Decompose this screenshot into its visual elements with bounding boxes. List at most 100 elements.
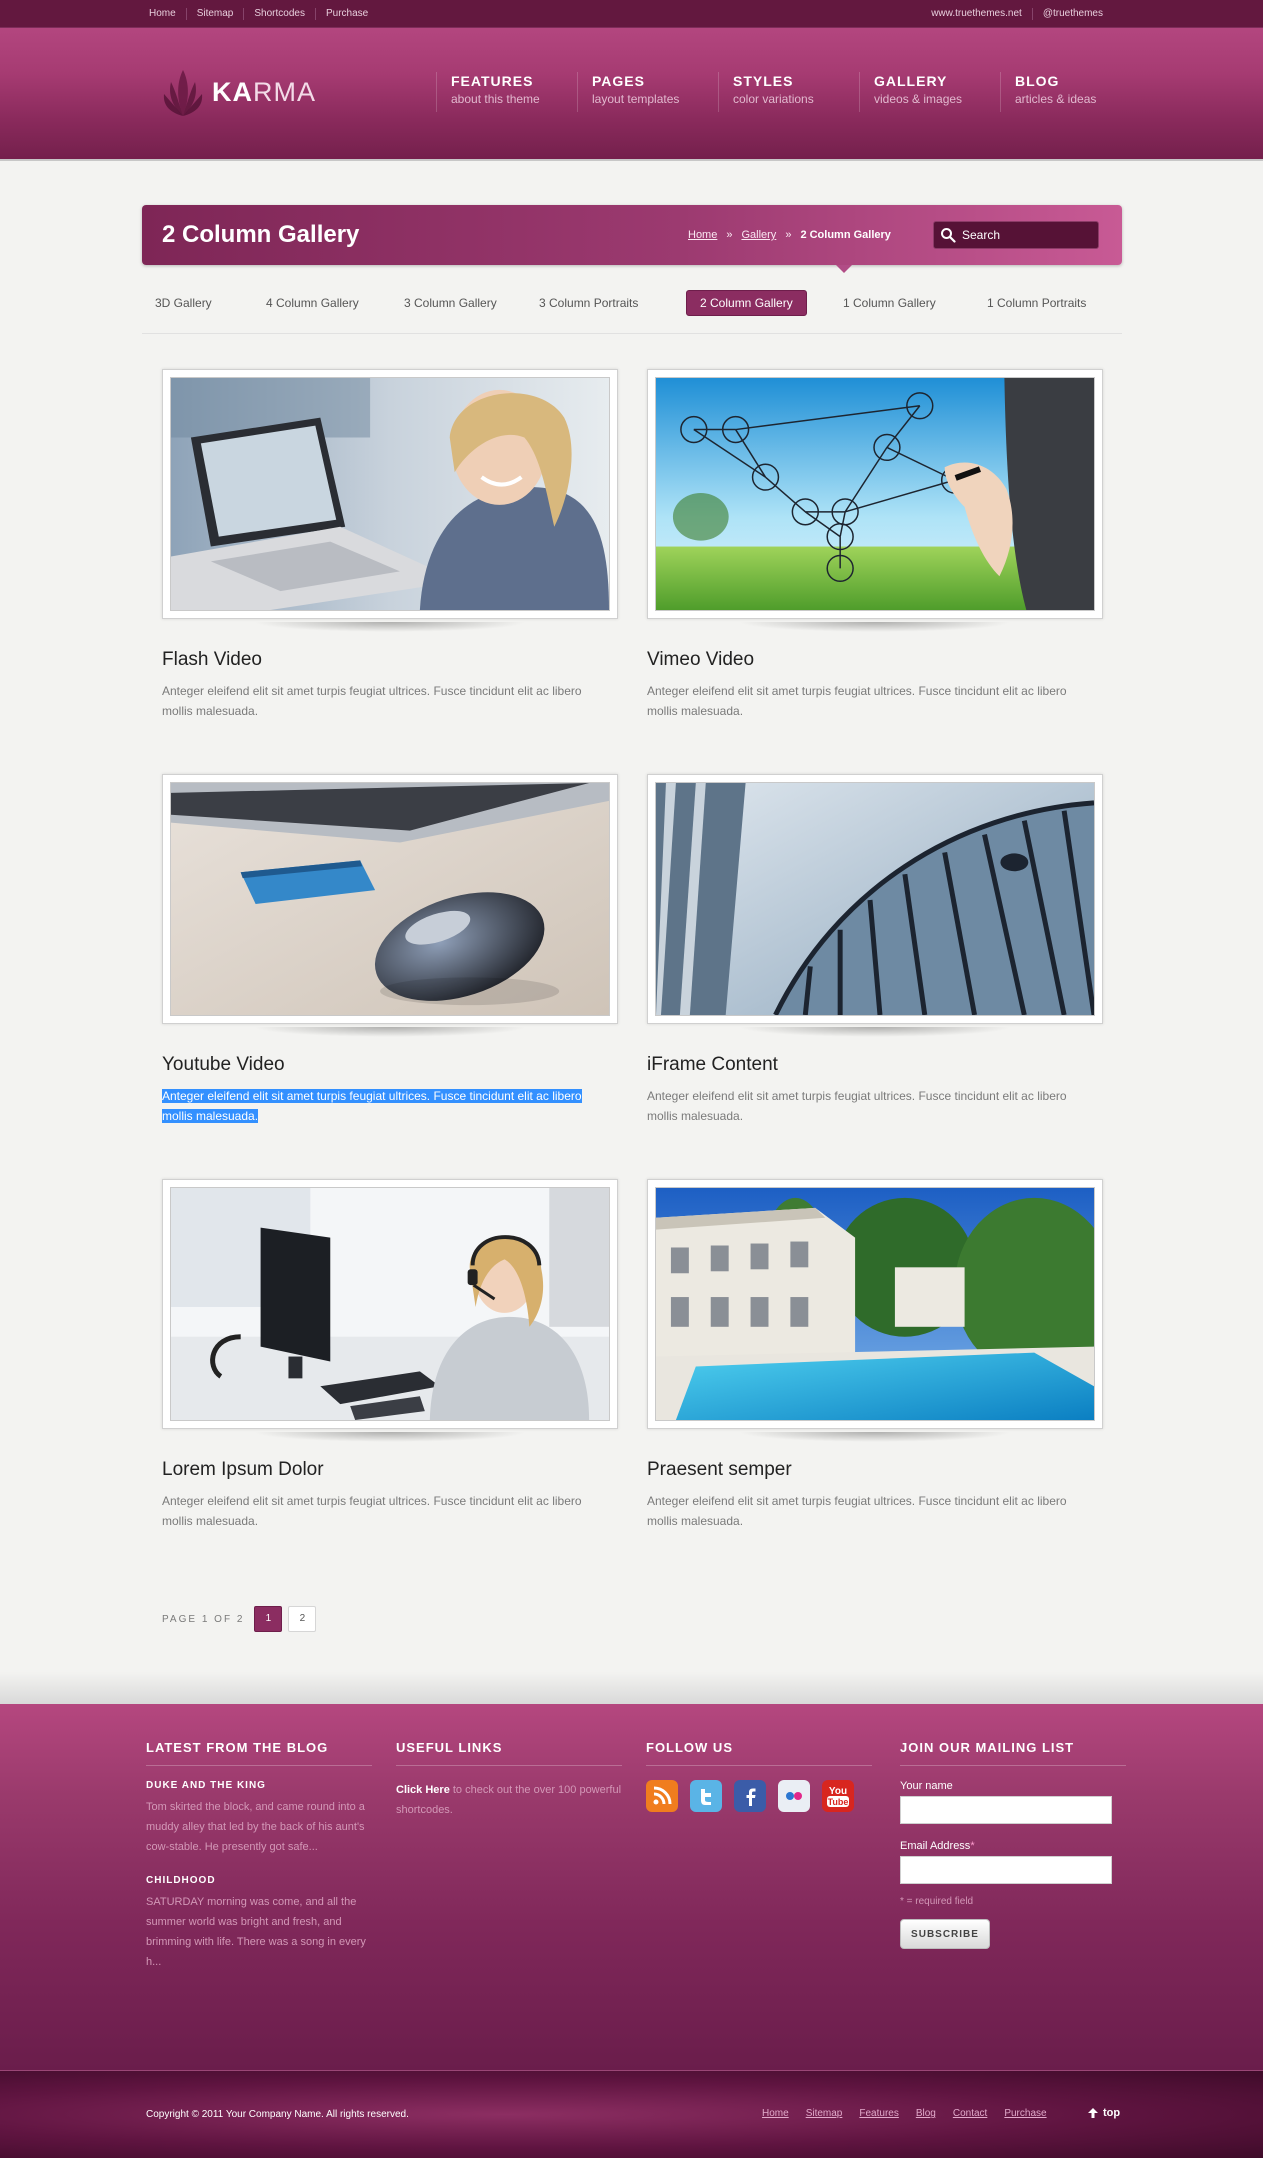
scrollbar-track[interactable] bbox=[1263, 0, 1280, 2158]
bottom-link-home[interactable]: Home bbox=[762, 2108, 789, 2119]
gallery-item-title[interactable]: Praesent semper bbox=[647, 1459, 1103, 1481]
email-field-label: Email Address* bbox=[900, 1840, 1126, 1852]
youtube-icon-text-bottom: Tube bbox=[828, 1797, 849, 1807]
thumbnail-frame[interactable] bbox=[162, 774, 618, 1037]
blog-post-title[interactable]: DUKE AND THE KING bbox=[146, 1780, 372, 1791]
search-box[interactable] bbox=[933, 221, 1099, 249]
thumbnail-frame[interactable] bbox=[647, 774, 1103, 1037]
utility-links-left: Home Sitemap Shortcodes Purchase bbox=[149, 0, 378, 28]
bottom-link-sitemap[interactable]: Sitemap bbox=[806, 2108, 843, 2119]
name-field[interactable] bbox=[900, 1796, 1112, 1824]
thumbnail-frame[interactable] bbox=[162, 369, 618, 632]
click-here-link[interactable]: Click Here bbox=[396, 1784, 450, 1796]
breadcrumb-home[interactable]: Home bbox=[688, 229, 717, 241]
headset-office-image bbox=[170, 1187, 610, 1421]
nav-gallery[interactable]: GALLERY videos & images bbox=[859, 72, 1000, 112]
utility-link-sitemap[interactable]: Sitemap bbox=[185, 8, 244, 20]
main-nav: FEATURES about this theme PAGES layout t… bbox=[436, 72, 1141, 112]
gallery-item-description: Anteger eleifend elit sit amet turpis fe… bbox=[647, 684, 1067, 718]
banner-pointer bbox=[836, 265, 852, 273]
social-icons: You Tube bbox=[646, 1780, 872, 1812]
nav-title: FEATURES bbox=[451, 73, 534, 89]
subscribe-button[interactable]: SUBSCRIBE bbox=[900, 1919, 990, 1949]
bottom-link-blog[interactable]: Blog bbox=[916, 2108, 936, 2119]
nav-subtitle: layout templates bbox=[592, 92, 680, 106]
blog-post-title[interactable]: CHILDHOOD bbox=[146, 1875, 372, 1886]
nav-subtitle: color variations bbox=[733, 92, 814, 106]
utility-link-home[interactable]: Home bbox=[149, 8, 186, 20]
nav-title: STYLES bbox=[733, 73, 794, 89]
nav-pages[interactable]: PAGES layout templates bbox=[577, 72, 718, 112]
nav-title: GALLERY bbox=[874, 73, 948, 89]
tab-3d-gallery[interactable]: 3D Gallery bbox=[142, 290, 225, 316]
gallery-item: Flash Video Anteger eleifend elit sit am… bbox=[162, 369, 618, 721]
gallery-filter-tabs: 3D Gallery 4 Column Gallery 3 Column Gal… bbox=[142, 290, 1122, 334]
page-title: 2 Column Gallery bbox=[162, 221, 360, 248]
gallery-item-title[interactable]: Vimeo Video bbox=[647, 649, 1103, 671]
utility-link-website[interactable]: www.truethemes.net bbox=[931, 8, 1032, 20]
gallery-item-title[interactable]: iFrame Content bbox=[647, 1054, 1103, 1076]
footer-mailing-column: JOIN OUR MAILING LIST Your name Email Ad… bbox=[900, 1740, 1126, 1949]
youtube-icon[interactable]: You Tube bbox=[822, 1780, 854, 1812]
site-footer: LATEST FROM THE BLOG DUKE AND THE KING T… bbox=[0, 1704, 1263, 2070]
tab-1-column-gallery[interactable]: 1 Column Gallery bbox=[830, 290, 949, 316]
rss-icon[interactable] bbox=[646, 1780, 678, 1812]
thumbnail-frame[interactable] bbox=[647, 369, 1103, 632]
glass-building-image bbox=[655, 782, 1095, 1016]
bottom-link-purchase[interactable]: Purchase bbox=[1004, 2108, 1046, 2119]
copyright-text: Copyright © 2011 Your Company Name. All … bbox=[146, 2109, 409, 2120]
pagination: PAGE 1 OF 2 1 2 bbox=[162, 1606, 322, 1632]
site-header: KARMA FEATURES about this theme PAGES la… bbox=[0, 28, 1263, 161]
utility-link-twitter[interactable]: @truethemes bbox=[1031, 8, 1113, 20]
nav-subtitle: articles & ideas bbox=[1015, 92, 1097, 106]
gallery-item-title[interactable]: Lorem Ipsum Dolor bbox=[162, 1459, 618, 1481]
shortcodes-link[interactable]: Click Here to check out the over 100 pow… bbox=[396, 1780, 622, 1820]
facebook-icon[interactable] bbox=[734, 1780, 766, 1812]
gallery-item-description: Anteger eleifend elit sit amet turpis fe… bbox=[162, 684, 582, 718]
nav-blog[interactable]: BLOG articles & ideas bbox=[1000, 72, 1141, 112]
tab-3-column-gallery[interactable]: 3 Column Gallery bbox=[391, 290, 510, 316]
bottom-nav: Home Sitemap Features Blog Contact Purch… bbox=[762, 2108, 1064, 2119]
back-to-top-label: top bbox=[1103, 2107, 1121, 2119]
tab-1-column-portraits[interactable]: 1 Column Portraits bbox=[974, 290, 1099, 316]
thumbnail-frame[interactable] bbox=[162, 1179, 618, 1442]
selected-description-text: Anteger eleifend elit sit amet turpis fe… bbox=[162, 1089, 582, 1123]
nav-title: BLOG bbox=[1015, 73, 1060, 89]
woman-laptop-image bbox=[170, 377, 610, 611]
arrow-up-icon bbox=[1088, 2108, 1098, 2118]
bottom-link-features[interactable]: Features bbox=[859, 2108, 898, 2119]
bottom-link-contact[interactable]: Contact bbox=[953, 2108, 987, 2119]
back-to-top-link[interactable]: top bbox=[1088, 2107, 1120, 2119]
nav-styles[interactable]: STYLES color variations bbox=[718, 72, 859, 112]
page: Home Sitemap Shortcodes Purchase www.tru… bbox=[0, 0, 1263, 2158]
nav-features[interactable]: FEATURES about this theme bbox=[436, 72, 577, 112]
site-logo[interactable]: KARMA bbox=[162, 64, 316, 120]
nav-subtitle: videos & images bbox=[874, 92, 963, 106]
tab-2-column-gallery[interactable]: 2 Column Gallery bbox=[686, 290, 807, 316]
page-button-2[interactable]: 2 bbox=[288, 1606, 317, 1632]
flickr-icon[interactable] bbox=[778, 1780, 810, 1812]
youtube-icon-text-top: You bbox=[829, 1786, 847, 1797]
utility-link-shortcodes[interactable]: Shortcodes bbox=[243, 8, 315, 20]
search-icon bbox=[941, 228, 956, 243]
footer-heading: USEFUL LINKS bbox=[396, 1740, 622, 1766]
twitter-icon[interactable] bbox=[690, 1780, 722, 1812]
footer-heading: LATEST FROM THE BLOG bbox=[146, 1740, 372, 1766]
gallery-item: Praesent semper Anteger eleifend elit si… bbox=[647, 1179, 1103, 1531]
gallery-item-description: Anteger eleifend elit sit amet turpis fe… bbox=[162, 1086, 612, 1126]
page-button-1[interactable]: 1 bbox=[254, 1606, 283, 1632]
email-field[interactable] bbox=[900, 1856, 1112, 1884]
footer-heading: FOLLOW US bbox=[646, 1740, 872, 1766]
name-field-label: Your name bbox=[900, 1780, 953, 1792]
gallery-item-description: Anteger eleifend elit sit amet turpis fe… bbox=[162, 1494, 582, 1528]
gallery-item-title[interactable]: Youtube Video bbox=[162, 1054, 618, 1076]
tab-3-column-portraits[interactable]: 3 Column Portraits bbox=[526, 290, 651, 316]
utility-link-purchase[interactable]: Purchase bbox=[314, 8, 378, 20]
logo-wordmark: KARMA bbox=[212, 78, 316, 106]
breadcrumb-gallery[interactable]: Gallery bbox=[741, 229, 776, 241]
search-input[interactable] bbox=[962, 228, 1092, 242]
breadcrumb-separator: » bbox=[785, 229, 792, 241]
gallery-item-title[interactable]: Flash Video bbox=[162, 649, 618, 671]
thumbnail-frame[interactable] bbox=[647, 1179, 1103, 1442]
tab-4-column-gallery[interactable]: 4 Column Gallery bbox=[253, 290, 372, 316]
